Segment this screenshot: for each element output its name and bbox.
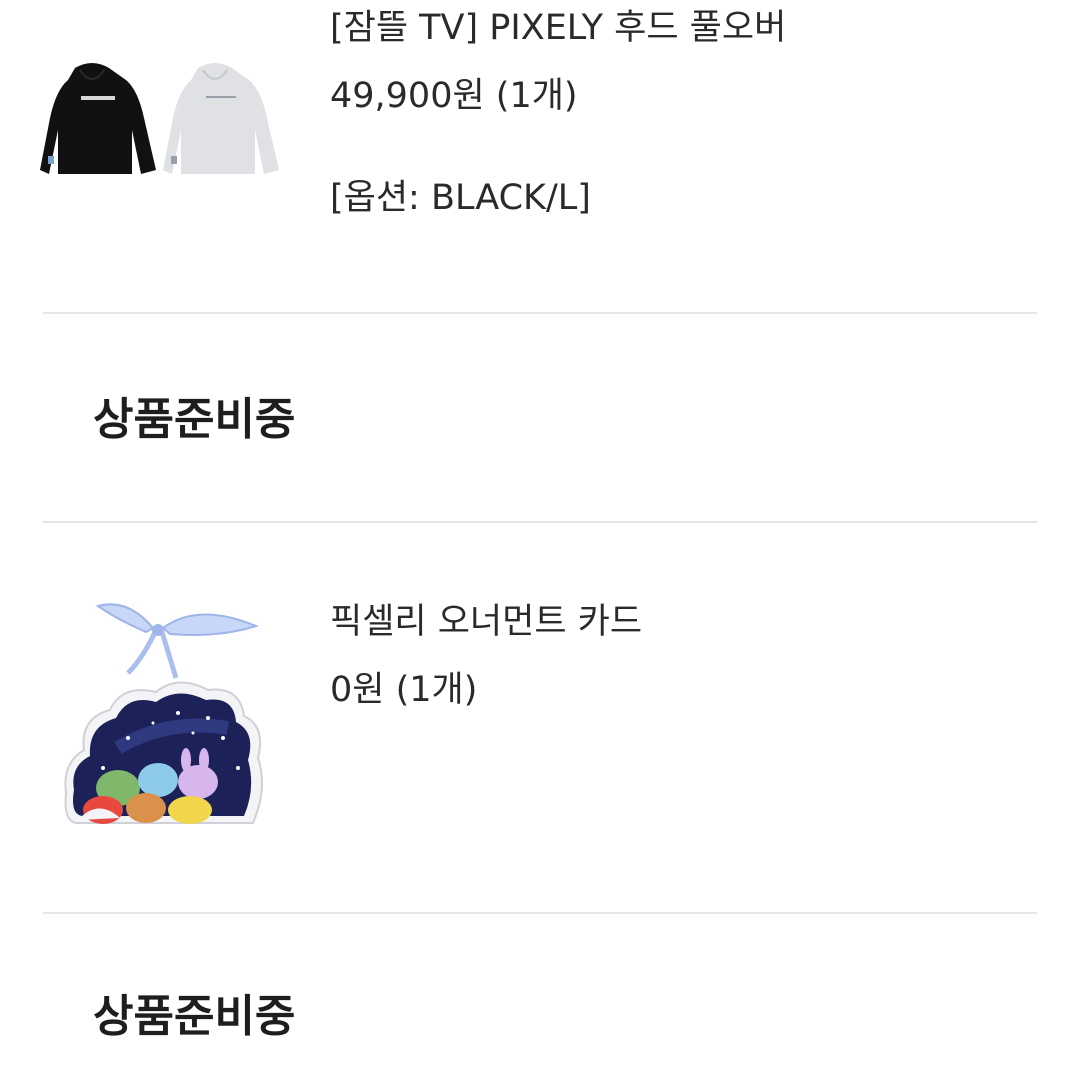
ribbon-icon — [95, 603, 259, 679]
product-title[interactable]: [잠뜰 TV] PIXELY 후드 풀오버 — [330, 6, 786, 50]
hoodie-product-image[interactable] — [40, 58, 285, 183]
gray-hoodie-icon — [163, 63, 279, 174]
divider — [43, 912, 1037, 914]
order-status: 상품준비중 — [93, 394, 296, 445]
cloud-card-icon — [64, 681, 263, 824]
order-item-hoodie[interactable]: [잠뜰 TV] PIXELY 후드 풀오버 49,900원 (1개) [옵션: … — [0, 0, 1080, 312]
product-price: 0원 (1개) — [330, 670, 478, 710]
product-title[interactable]: 픽셀리 오너먼트 카드 — [330, 600, 642, 644]
product-option: [옵션: BLACK/L] — [330, 178, 591, 218]
divider — [43, 521, 1037, 523]
ornament-card-image[interactable] — [58, 598, 270, 843]
black-hoodie-icon — [40, 63, 156, 174]
divider — [43, 312, 1037, 314]
order-status: 상품준비중 — [93, 991, 296, 1042]
product-price: 49,900원 (1개) — [330, 76, 578, 116]
